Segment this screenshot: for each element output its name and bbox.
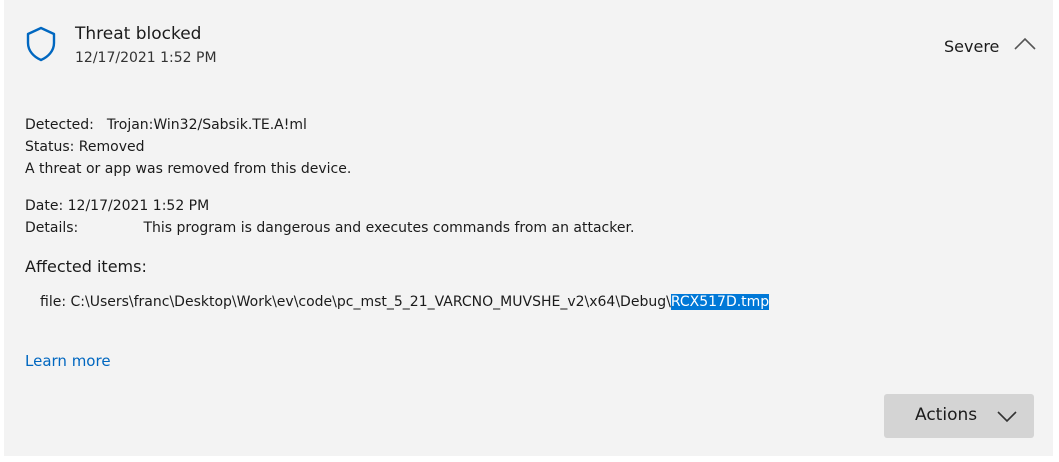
date-value: 12/17/2021 1:52 PM	[67, 198, 210, 214]
status-label: Status:	[25, 139, 75, 155]
actions-label: Actions	[915, 405, 978, 425]
date-label: Date:	[25, 198, 64, 214]
severity-label: Severe	[944, 37, 1000, 56]
details-value: This program is dangerous and executes c…	[143, 220, 635, 236]
removed-note: A threat or app was removed from this de…	[25, 161, 352, 177]
threat-card: Threat blocked 12/17/2021 1:52 PM Severe…	[4, 0, 1053, 456]
status-row: Status: Removed	[25, 139, 144, 155]
detected-value: Trojan:Win32/Sabsik.TE.A!ml	[106, 117, 307, 133]
collapse-button[interactable]	[1012, 34, 1038, 54]
affected-items-heading: Affected items:	[25, 257, 147, 276]
status-value: Removed	[78, 139, 145, 155]
detected-label: Detected:	[25, 117, 94, 133]
chevron-down-icon	[997, 411, 1017, 423]
chevron-up-icon	[1014, 37, 1036, 50]
shield-icon	[26, 26, 56, 62]
file-path-prefix: file: C:\Users\franc\Desktop\Work\ev\cod…	[40, 294, 671, 310]
date-row: Date: 12/17/2021 1:52 PM	[25, 198, 209, 214]
details-row: Details: This program is dangerous and e…	[25, 220, 634, 236]
learn-more-link[interactable]: Learn more	[25, 352, 111, 370]
detected-row: Detected: Trojan:Win32/Sabsik.TE.A!ml	[25, 117, 307, 133]
file-path-selected[interactable]: RCX517D.tmp	[670, 294, 770, 310]
details-label: Details:	[25, 220, 79, 236]
threat-timestamp: 12/17/2021 1:52 PM	[75, 50, 217, 66]
affected-file-path[interactable]: file: C:\Users\franc\Desktop\Work\ev\cod…	[40, 294, 770, 310]
threat-title: Threat blocked	[75, 24, 202, 44]
actions-button[interactable]: Actions	[884, 394, 1034, 438]
